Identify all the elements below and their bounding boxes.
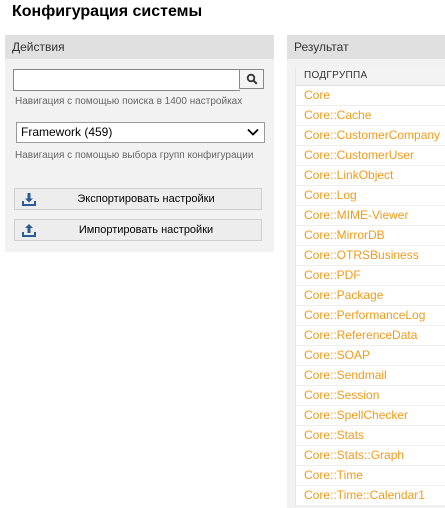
import-settings-label: Импортировать настройки (78, 224, 214, 236)
result-row-link[interactable]: Core::CustomerUser (296, 146, 445, 166)
upload-icon (22, 224, 36, 237)
chevron-down-icon (247, 128, 259, 136)
result-row-link[interactable]: Core::Cache (296, 106, 445, 126)
result-row-link[interactable]: Core::Package (296, 286, 445, 306)
group-select-value: Framework (459) (21, 125, 113, 139)
column-header-subgroup: ПОДГРУППА (296, 67, 445, 86)
result-row-link[interactable]: Core::Sendmail (296, 366, 445, 386)
result-row-link[interactable]: Core::LinkObject (296, 166, 445, 186)
result-row-link[interactable]: Core::PerformanceLog (296, 306, 445, 326)
group-select[interactable]: Framework (459) (16, 122, 265, 143)
search-icon (246, 73, 258, 85)
result-row-link[interactable]: Core::Time (296, 466, 445, 486)
result-row-link[interactable]: Core::MirrorDB (296, 226, 445, 246)
result-row-link[interactable]: Core::CustomerCompany (296, 126, 445, 146)
results-rows: Core Core::Cache Core::CustomerCompany Core… (296, 86, 445, 506)
result-row-link[interactable]: Core (296, 86, 445, 106)
download-icon (22, 193, 36, 206)
page-title: Конфигурация системы (12, 3, 203, 20)
result-row-link[interactable]: Core::SpellChecker (296, 406, 445, 426)
export-settings-label: Экспортировать настройки (77, 193, 215, 205)
result-row-link[interactable]: Core::OTRSBusiness (296, 246, 445, 266)
result-row-link[interactable]: Core::Time::Calendar1 (296, 486, 445, 506)
export-settings-button[interactable]: Экспортировать настройки (14, 188, 262, 210)
actions-panel: Действия Навигация с помощью поиска в 14… (5, 35, 274, 252)
result-row-link[interactable]: Core::ReferenceData (296, 326, 445, 346)
results-panel-header: Результат (287, 35, 445, 59)
result-row-link[interactable]: Core::MIME-Viewer (296, 206, 445, 226)
search-hint: Навигация с помощью поиска в 1400 настро… (15, 96, 243, 107)
result-row-link[interactable]: Core::PDF (296, 266, 445, 286)
result-row-link[interactable]: Core::SOAP (296, 346, 445, 366)
search-input[interactable] (13, 69, 240, 91)
results-panel: Результат ПОДГРУППА Core Core::Cache Core:… (287, 35, 445, 508)
result-row-link[interactable]: Core::Stats::Graph (296, 446, 445, 466)
group-select-hint: Навигация с помощью выбора групп конфигу… (15, 150, 254, 161)
results-table: ПОДГРУППА Core Core::Cache Core::CustomerC… (295, 67, 445, 506)
search-button[interactable] (239, 69, 264, 89)
actions-panel-header: Действия (5, 35, 274, 59)
result-row-link[interactable]: Core::Stats (296, 426, 445, 446)
result-row-link[interactable]: Core::Session (296, 386, 445, 406)
search-row (13, 69, 265, 91)
import-settings-button[interactable]: Импортировать настройки (14, 219, 262, 241)
result-row-link[interactable]: Core::Log (296, 186, 445, 206)
